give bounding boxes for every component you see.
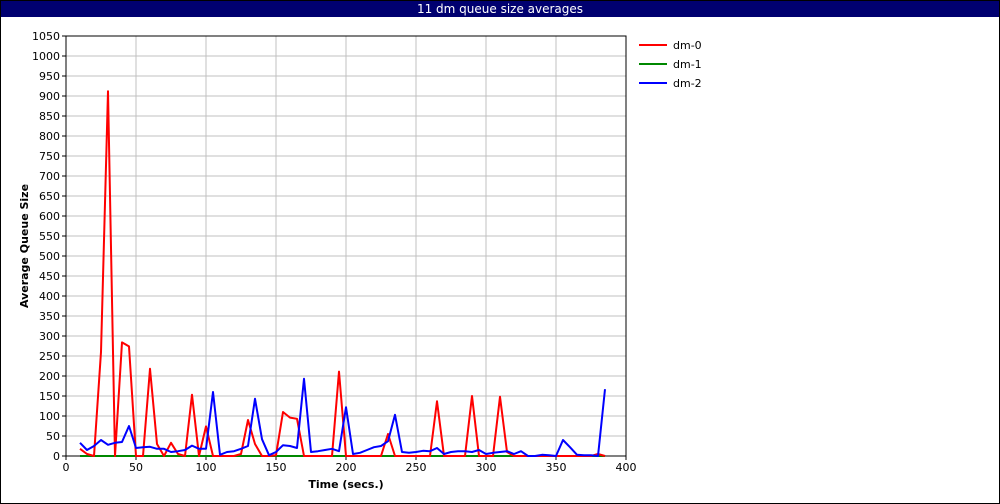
x-tick-label: 50	[129, 461, 143, 474]
y-tick-label: 1000	[32, 50, 60, 63]
y-axis: 0 50 100 150 200 250 300 350 400 450 500 550 600 650 7…	[32, 30, 66, 463]
x-tick-label: 400	[616, 461, 637, 474]
y-tick-label: 50	[46, 430, 60, 443]
y-tick-label: 1050	[32, 30, 60, 43]
y-tick-label: 100	[39, 410, 60, 423]
line-chart: 0501001502002503003504004505005506006507…	[18, 30, 702, 491]
y-tick-label: 750	[39, 150, 60, 163]
y-tick-label: 550	[39, 230, 60, 243]
y-tick-label: 650	[39, 190, 60, 203]
y-tick-label: 350	[39, 310, 60, 323]
y-tick-label: 250	[39, 350, 60, 363]
y-tick-label: 950	[39, 70, 60, 83]
y-tick-label: 700	[39, 170, 60, 183]
y-tick-label: 300	[39, 330, 60, 343]
series-lines	[79, 90, 606, 457]
x-tick-label: 200	[336, 461, 357, 474]
legend-label: dm-1	[673, 58, 702, 71]
x-axis-label: Time (secs.)	[308, 478, 383, 491]
y-tick-label: 850	[39, 110, 60, 123]
x-tick-label: 300	[476, 461, 497, 474]
x-axis: 0 50 100 150 200 250 300 350 400	[63, 456, 637, 474]
y-tick-label: 400	[39, 290, 60, 303]
chart-window: 11 dm queue size averages 0 50 100 150 200 25…	[0, 0, 1000, 504]
legend-label: dm-0	[673, 39, 702, 52]
series-line-dm-0	[79, 90, 606, 457]
x-tick-label: 250	[406, 461, 427, 474]
legend: dm-0 dm-1 dm-2	[639, 39, 702, 90]
y-axis-label: Average Queue Size	[18, 184, 31, 308]
x-tick-label: 0	[63, 461, 70, 474]
grid	[65, 35, 627, 457]
y-tick-label: 0	[53, 450, 60, 463]
y-tick-label: 150	[39, 390, 60, 403]
y-tick-label: 450	[39, 270, 60, 283]
y-tick-label: 600	[39, 210, 60, 223]
y-tick-label: 200	[39, 370, 60, 383]
legend-label: dm-2	[673, 77, 702, 90]
y-tick-label: 800	[39, 130, 60, 143]
x-tick-label: 150	[266, 461, 287, 474]
y-tick-label: 500	[39, 250, 60, 263]
x-tick-label: 100	[196, 461, 217, 474]
y-tick-label: 900	[39, 90, 60, 103]
x-tick-label: 350	[546, 461, 567, 474]
